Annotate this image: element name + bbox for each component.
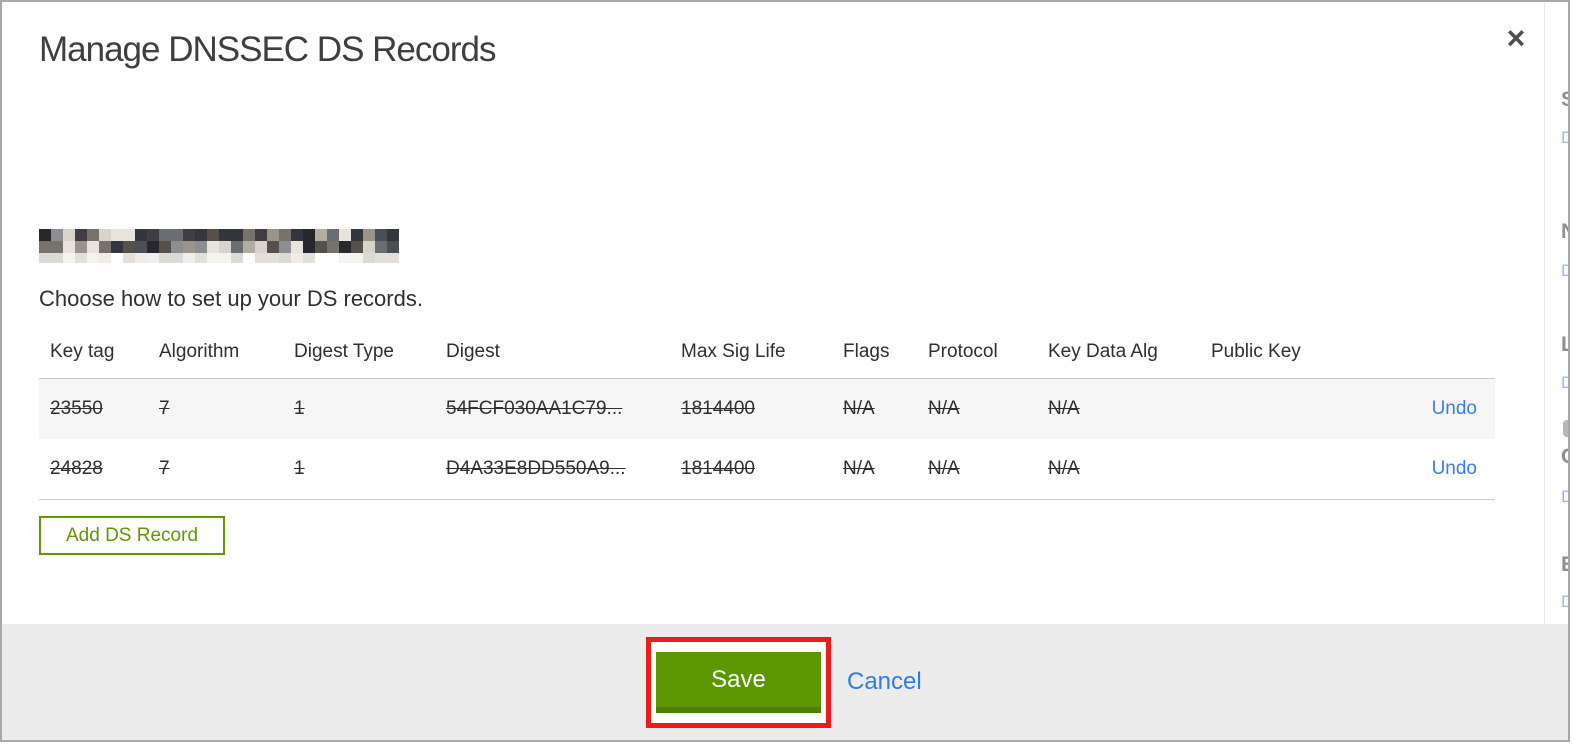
cell-max-sig-life: 1814400 (681, 398, 755, 419)
instruction-text: Choose how to set up your DS records. (39, 286, 423, 311)
column-header-flags: Flags (843, 341, 890, 362)
undo-link[interactable]: Undo (1432, 458, 1477, 479)
background-text-fragment: D (1561, 592, 1568, 612)
column-header-digest: Digest (446, 341, 500, 362)
cell-digest-type: 1 (294, 458, 305, 479)
cell-key-tag: 24828 (50, 458, 103, 479)
background-text-fragment: D (1561, 128, 1568, 148)
background-text-fragment: S (1561, 88, 1568, 112)
column-header-digest-type: Digest Type (294, 341, 394, 362)
background-page-sliver: SDNDLDCDED (1561, 2, 1568, 624)
add-ds-record-button[interactable]: Add DS Record (39, 516, 226, 555)
redacted-domain-name (39, 229, 399, 263)
scrollbar-thumb[interactable] (1563, 420, 1568, 437)
table-row: 24828 7 1 D4A33E8DD550A9... 1814400 N/A … (39, 439, 1495, 500)
background-text-fragment: D (1561, 373, 1568, 393)
table-row: 23550 7 1 54FCF030AA1C79... 1814400 N/A … (39, 378, 1495, 439)
cell-algorithm: 7 (159, 398, 170, 419)
save-button[interactable]: Save (656, 652, 821, 713)
background-text-fragment: N (1561, 220, 1568, 244)
cancel-link[interactable]: Cancel (847, 668, 922, 696)
background-text-fragment: C (1561, 445, 1568, 469)
cell-digest-type: 1 (294, 398, 305, 419)
column-header-public-key: Public Key (1211, 341, 1301, 362)
cell-protocol: N/A (928, 398, 960, 419)
background-text-fragment: D (1561, 487, 1568, 507)
cell-flags: N/A (843, 458, 875, 479)
cell-key-tag: 23550 (50, 398, 103, 419)
cell-key-data-alg: N/A (1048, 458, 1080, 479)
column-header-algorithm: Algorithm (159, 341, 240, 362)
cell-max-sig-life: 1814400 (681, 458, 755, 479)
cell-flags: N/A (843, 398, 875, 419)
background-text-fragment: D (1561, 261, 1568, 281)
undo-link[interactable]: Undo (1432, 398, 1477, 419)
table-header-row: Key tag Algorithm Digest Type Digest Max… (39, 326, 1495, 378)
column-header-max-sig-life: Max Sig Life (681, 341, 786, 362)
page-title: Manage DNSSEC DS Records (39, 30, 496, 69)
red-highlight-annotation: Save (646, 637, 831, 728)
background-text-fragment: L (1561, 333, 1568, 357)
cell-protocol: N/A (928, 458, 960, 479)
cell-digest: D4A33E8DD550A9... (446, 458, 626, 479)
background-text-fragment: E (1561, 553, 1568, 577)
column-header-key-tag: Key tag (50, 341, 115, 362)
cell-digest: 54FCF030AA1C79... (446, 398, 623, 419)
close-icon[interactable]: × (1496, 18, 1536, 58)
dnssec-modal: Manage DNSSEC DS Records × Choose how to… (0, 0, 1570, 742)
background-page-divider (1568, 2, 1569, 624)
column-header-protocol: Protocol (928, 341, 998, 362)
column-header-key-data-alg: Key Data Alg (1048, 341, 1158, 362)
cell-key-data-alg: N/A (1048, 398, 1080, 419)
cell-algorithm: 7 (159, 458, 170, 479)
modal-right-edge (1544, 2, 1545, 624)
